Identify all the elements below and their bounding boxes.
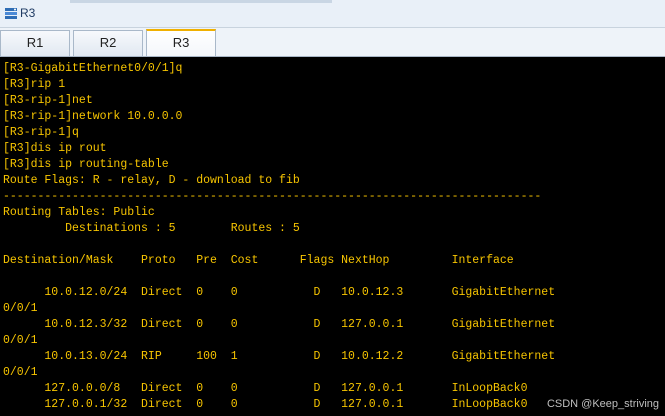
terminal-line: Route Flags: R - relay, D - download to … bbox=[3, 174, 300, 187]
terminal-output: [R3-GigabitEthernet0/0/1]q [R3]rip 1 [R3… bbox=[3, 61, 555, 413]
terminal-line: Destinations : 5 Routes : 5 bbox=[3, 222, 300, 235]
terminal-line: Routing Tables: Public bbox=[3, 206, 155, 219]
terminal-line: [R3-GigabitEthernet0/0/1]q bbox=[3, 62, 183, 75]
csdn-watermark: CSDN @Keep_striving bbox=[546, 398, 659, 410]
tab-r3[interactable]: R3 bbox=[146, 29, 216, 56]
router-app-icon bbox=[5, 8, 17, 19]
titlebar-accent-strip bbox=[70, 0, 332, 3]
terminal-console[interactable]: [R3-GigabitEthernet0/0/1]q [R3]rip 1 [R3… bbox=[0, 57, 665, 416]
routing-table-row: 10.0.12.3/32 Direct 0 0 D 127.0.0.1 Giga… bbox=[3, 318, 556, 331]
window-title: R3 bbox=[20, 6, 36, 20]
routing-table-row: 127.0.0.0/8 Direct 0 0 D 127.0.0.1 InLoo… bbox=[3, 382, 528, 395]
terminal-line: [R3]dis ip rout bbox=[3, 142, 107, 155]
routing-table-row-wrap: 0/0/1 bbox=[3, 302, 38, 315]
device-tab-strip: R1 R2 R3 bbox=[0, 28, 665, 57]
terminal-line: [R3-rip-1]net bbox=[3, 94, 93, 107]
terminal-line: [R3-rip-1]network 10.0.0.0 bbox=[3, 110, 183, 123]
routing-table-row: 10.0.12.0/24 Direct 0 0 D 10.0.12.3 Giga… bbox=[3, 286, 556, 299]
routing-table-header: Destination/Mask Proto Pre Cost Flags Ne… bbox=[3, 254, 514, 267]
terminal-line: [R3]dis ip routing-table bbox=[3, 158, 169, 171]
terminal-line: [R3-rip-1]q bbox=[3, 126, 79, 139]
tab-r2[interactable]: R2 bbox=[73, 30, 143, 56]
tab-r1[interactable]: R1 bbox=[0, 30, 70, 56]
routing-table-row-wrap: 0/0/1 bbox=[3, 366, 38, 379]
terminal-line: [R3]rip 1 bbox=[3, 78, 66, 91]
terminal-separator: ----------------------------------------… bbox=[3, 190, 542, 203]
routing-table-row-wrap: 0/0/1 bbox=[3, 334, 38, 347]
window-titlebar: R3 bbox=[0, 0, 665, 28]
routing-table-row: 10.0.13.0/24 RIP 100 1 D 10.0.12.2 Gigab… bbox=[3, 350, 556, 363]
routing-table-row: 127.0.0.1/32 Direct 0 0 D 127.0.0.1 InLo… bbox=[3, 398, 528, 411]
